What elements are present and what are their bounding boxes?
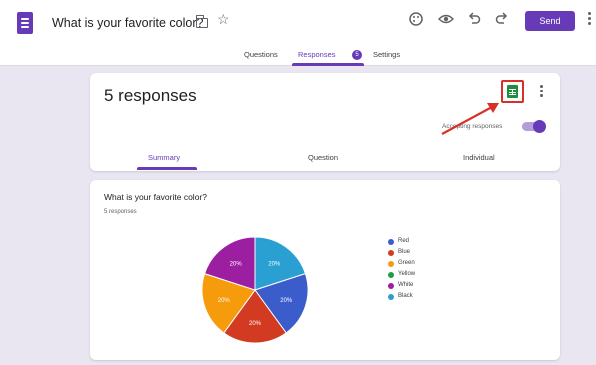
palette-icon[interactable] (408, 11, 424, 27)
accepting-responses-toggle[interactable] (522, 120, 546, 133)
tab-questions[interactable]: Questions (244, 50, 278, 59)
tab-responses[interactable]: Responses (298, 50, 336, 59)
pie-label-black: 20% (268, 261, 281, 267)
link-to-sheets-button[interactable] (501, 80, 524, 103)
legend-swatch (388, 283, 394, 289)
active-tab-indicator (292, 63, 364, 66)
question-summary-card: What is your favorite color? 5 responses… (90, 180, 560, 360)
form-tabs: Questions Responses 5 Settings (0, 46, 596, 66)
top-bar: What is your favorite color? ☆ Send Ques… (0, 0, 596, 66)
legend-swatch (388, 239, 394, 245)
pie-label-red: 20% (249, 321, 262, 327)
google-sheets-icon (507, 85, 518, 98)
folder-icon[interactable] (195, 15, 208, 28)
forms-logo-icon[interactable] (17, 12, 33, 34)
accepting-responses-label: Accepting responses (442, 123, 503, 130)
more-vert-icon[interactable] (588, 12, 591, 26)
redo-icon[interactable] (494, 11, 510, 27)
pie-label-yellow: 20% (218, 298, 231, 304)
more-options-icon[interactable] (540, 85, 543, 99)
star-icon[interactable]: ☆ (217, 12, 230, 26)
responses-summary-card: 5 responses Accepting responses Summary … (90, 73, 560, 171)
legend-label: Yellow (398, 271, 416, 277)
legend-swatch (388, 250, 394, 256)
pie-chart: 20% 20% 20% 20% 20% (201, 236, 309, 344)
pie-label-blue: 20% (280, 298, 293, 304)
preview-eye-icon[interactable] (438, 11, 454, 27)
legend-swatch (388, 261, 394, 267)
legend-label: Black (398, 293, 413, 299)
active-subtab-indicator (137, 167, 197, 170)
legend-swatch (388, 294, 394, 300)
legend-label: White (398, 282, 414, 288)
responses-count-title: 5 responses (104, 86, 197, 105)
tab-settings[interactable]: Settings (373, 50, 400, 59)
subtab-summary[interactable]: Summary (148, 153, 180, 162)
legend-swatch (388, 272, 394, 278)
legend-label: Green (398, 260, 415, 266)
subtab-individual[interactable]: Individual (463, 153, 495, 162)
subtab-question[interactable]: Question (308, 153, 338, 162)
legend-label: Blue (398, 249, 411, 255)
legend-label: Red (398, 238, 410, 244)
pie-label-white: 20% (230, 261, 243, 267)
undo-icon[interactable] (466, 11, 482, 27)
responses-count-badge: 5 (352, 50, 362, 60)
form-title[interactable]: What is your favorite color? (52, 16, 203, 30)
send-button[interactable]: Send (525, 11, 575, 31)
